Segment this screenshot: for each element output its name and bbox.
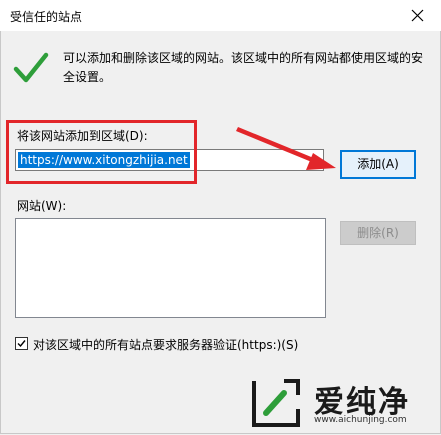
close-icon (411, 9, 424, 22)
https-checkbox-label: 对该区域中的所有站点要求服务器验证(https:)(S) (33, 338, 299, 352)
https-checkbox[interactable] (15, 337, 28, 350)
close-button[interactable] (395, 0, 441, 31)
checkbox-check-icon (17, 340, 26, 348)
watermark: 爱纯净 www.aichunjing.com (248, 375, 438, 433)
sites-label: 网站(W): (17, 199, 67, 213)
zone-description: 可以添加和删除该区域的网站。该区域中的所有网站都使用区域的安全设置。 (63, 51, 424, 84)
site-url-input[interactable]: https://www.xitongzhijia.net (15, 149, 324, 171)
sites-list[interactable] (15, 218, 326, 318)
add-site-label: 将该网站添加到区域(D): (17, 129, 148, 143)
title-bar: 受信任的站点 (0, 0, 441, 31)
brand-logo-icon (252, 379, 300, 427)
remove-button[interactable]: 删除(R) (340, 221, 416, 245)
add-button[interactable]: 添加(A) (340, 150, 416, 179)
window-title: 受信任的站点 (10, 10, 83, 24)
watermark-url: www.aichunjing.com (314, 415, 407, 425)
site-url-value: https://www.xitongzhijia.net (18, 152, 190, 168)
checkmark-icon (13, 52, 49, 83)
